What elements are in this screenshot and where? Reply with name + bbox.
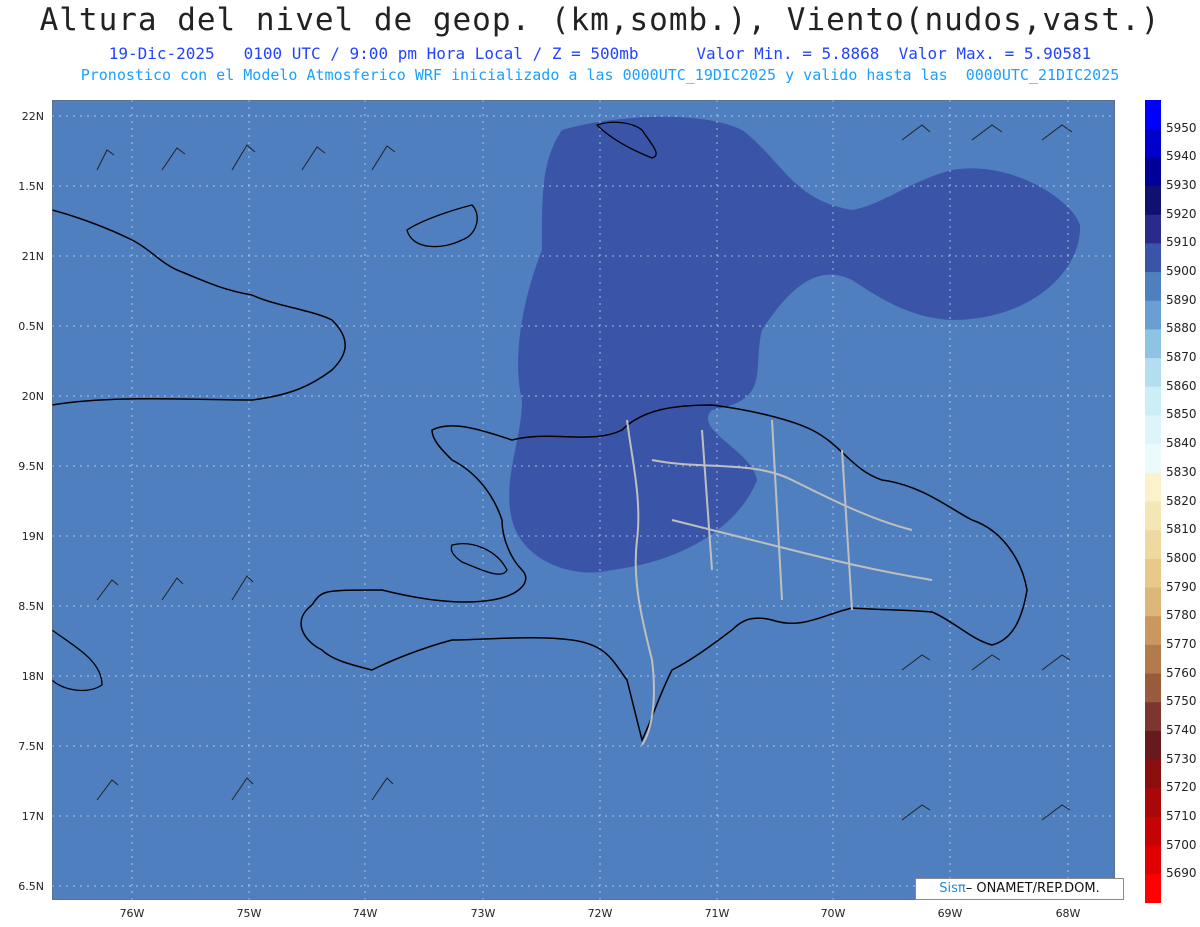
colorbar-swatch	[1145, 386, 1161, 416]
lon-label: 76W	[119, 907, 145, 920]
colorbar-swatch	[1145, 788, 1161, 818]
colorbar-level-label: 5920	[1166, 206, 1197, 221]
lat-label: 20N	[21, 390, 44, 403]
colorbar-level-label: 5780	[1166, 608, 1197, 623]
colorbar-level-label: 5910	[1166, 235, 1197, 250]
colorbar-level-label: 5940	[1166, 149, 1197, 164]
forecast-time-subtitle: 19-Dic-2025 0100 UTC / 9:00 pm Hora Loca…	[108, 44, 1092, 63]
weather-map	[52, 100, 1115, 900]
lat-label: 17N	[21, 810, 44, 823]
colorbar-swatch	[1145, 759, 1161, 789]
colorbar-level-label: 5950	[1166, 120, 1197, 135]
lat-label: 8.5N	[18, 600, 44, 613]
sis-logo-text: Sisπ	[939, 881, 966, 896]
lat-label: 6.5N	[18, 880, 44, 893]
colorbar-level-label: 5710	[1166, 808, 1197, 823]
lon-label: 74W	[352, 907, 378, 920]
colorbar-level-label: 5890	[1166, 292, 1197, 307]
colorbar-swatch	[1145, 472, 1161, 502]
lon-label: 72W	[587, 907, 613, 920]
colorbar-swatch	[1145, 874, 1161, 903]
credit-box: Sisπ– ONAMET/REP.DOM.	[915, 878, 1124, 900]
colorbar-level-label: 5930	[1166, 178, 1197, 193]
colorbar-level-label: 5870	[1166, 350, 1197, 365]
colorbar-level-label: 5750	[1166, 694, 1197, 709]
colorbar-level-label: 5740	[1166, 722, 1197, 737]
colorbar-swatch	[1145, 587, 1161, 617]
colorbar-swatch	[1145, 186, 1161, 216]
colorbar-swatch	[1145, 300, 1161, 330]
lat-label: 22N	[21, 110, 44, 123]
colorbar-level-label: 5810	[1166, 522, 1197, 537]
colorbar-swatch	[1145, 272, 1161, 302]
colorbar-swatch	[1145, 157, 1161, 187]
colorbar-swatch	[1145, 816, 1161, 847]
colorbar-level-label: 5720	[1166, 780, 1197, 795]
colorbar-level-label: 5840	[1166, 436, 1197, 451]
colorbar-swatch	[1145, 415, 1161, 445]
colorbar-level-label: 5770	[1166, 636, 1197, 651]
colorbar-level-label: 5690	[1166, 866, 1197, 881]
colorbar-swatch	[1145, 128, 1161, 158]
lat-label: 18N	[21, 670, 44, 683]
lon-label: 73W	[470, 907, 496, 920]
colorbar-swatch	[1145, 444, 1161, 474]
lon-label: 75W	[236, 907, 262, 920]
model-info-subtitle: Pronostico con el Modelo Atmosferico WRF…	[80, 66, 1120, 84]
colorbar-level-label: 5900	[1166, 264, 1197, 279]
colorbar-swatch	[1145, 530, 1161, 560]
colorbar-level-label: 5760	[1166, 665, 1197, 680]
colorbar-level-label: 5880	[1166, 321, 1197, 336]
colorbar-swatch	[1145, 730, 1161, 761]
colorbar-swatch	[1145, 329, 1161, 359]
colorbar-level-label: 5830	[1166, 464, 1197, 479]
lat-label: 7.5N	[18, 740, 44, 753]
colorbar-swatch	[1145, 558, 1161, 589]
colorbar-swatch	[1145, 845, 1161, 875]
colorbar-swatch	[1145, 702, 1161, 732]
lon-label: 69W	[937, 907, 963, 920]
colorbar-level-label: 5800	[1166, 550, 1197, 565]
colorbar-swatch	[1145, 243, 1161, 273]
colorbar-swatch	[1145, 616, 1161, 646]
lat-label: 9.5N	[18, 460, 44, 473]
lat-label: 21N	[21, 250, 44, 263]
lat-label: 0.5N	[18, 320, 44, 333]
colorbar-level-label: 5860	[1166, 378, 1197, 393]
lat-label: 19N	[21, 530, 44, 543]
colorbar-swatch	[1145, 644, 1161, 675]
colorbar-level-label: 5850	[1166, 407, 1197, 422]
lon-label: 68W	[1055, 907, 1081, 920]
lon-label: 71W	[704, 907, 730, 920]
colorbar-level-label: 5790	[1166, 579, 1197, 594]
colorbar-level-label: 5820	[1166, 493, 1197, 508]
colorbar-swatch	[1145, 358, 1161, 388]
lon-label: 70W	[820, 907, 846, 920]
colorbar-swatch	[1145, 673, 1161, 703]
colorbar-swatch	[1145, 501, 1161, 531]
organization-text: – ONAMET/REP.DOM.	[965, 881, 1100, 896]
colorbar-level-label: 5700	[1166, 837, 1197, 852]
map-title: Altura del nivel de geop. (km,somb.), Vi…	[39, 2, 1161, 38]
colorbar-swatch	[1145, 100, 1161, 130]
colorbar-swatch	[1145, 214, 1161, 244]
colorbar-level-label: 5730	[1166, 751, 1197, 766]
colorbar	[1145, 100, 1161, 903]
lat-label: 1.5N	[18, 180, 44, 193]
